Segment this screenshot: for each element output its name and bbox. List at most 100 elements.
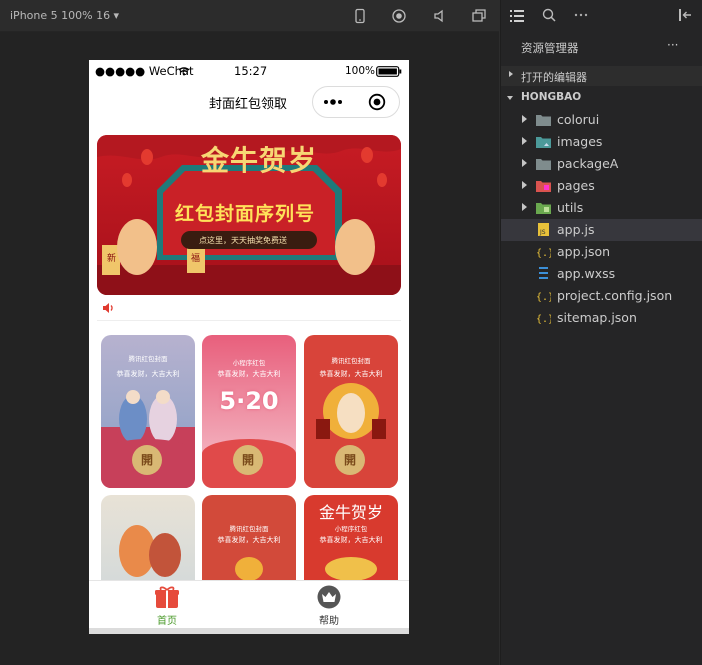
folder-icon: [536, 115, 551, 126]
card-caption: 腾讯红包封面: [128, 355, 168, 363]
chevron-down-icon: [507, 96, 513, 100]
more-icon[interactable]: [574, 13, 588, 17]
card-wish: 恭喜发财，大吉大利: [217, 536, 281, 544]
simulator-toolbar: iPhone 5 100% 16 ▾: [0, 0, 499, 32]
tree-item-label: images: [557, 134, 603, 149]
card-caption: 小程序红包: [334, 525, 368, 533]
section-project[interactable]: HONGBAO: [501, 88, 702, 108]
battery-icon: [376, 66, 402, 77]
tree-item-label: app.js: [557, 222, 595, 237]
js-file-icon: JS: [538, 223, 549, 236]
page-title: 封面红包领取: [209, 97, 288, 112]
close-miniprogram-icon[interactable]: [368, 93, 386, 111]
json-file-icon: {.}: [536, 314, 551, 324]
tree-item-label: pages: [557, 178, 595, 193]
utils-folder-icon: [536, 203, 551, 214]
activity-bar: [501, 0, 702, 32]
open-button[interactable]: 開: [233, 445, 263, 475]
explorer-title: 资源管理器: [521, 41, 579, 55]
banner-right-scroll: 福: [191, 254, 201, 264]
card-wish: 恭喜发财，大吉大利: [319, 536, 383, 544]
tab-help[interactable]: 帮助: [299, 585, 359, 627]
tree-item-label: colorui: [557, 112, 600, 127]
more-dots-icon[interactable]: [323, 96, 345, 108]
card-illustration: [119, 525, 181, 577]
device-selector[interactable]: iPhone 5 100% 16 ▾: [10, 9, 119, 22]
tree-item-label: packageA: [557, 156, 619, 171]
card-illustration: [235, 557, 263, 581]
status-bar: ●●●●● WeChat 15:27 100%: [89, 60, 409, 82]
tree-item-packageA[interactable]: packageA: [501, 153, 702, 175]
tab-home-label: 首页: [157, 616, 177, 627]
section-label: HONGBAO: [521, 91, 582, 103]
card-wish: 恭喜发财，大吉大利: [217, 370, 281, 378]
phone-icon[interactable]: [352, 8, 368, 24]
chevron-right-icon: [522, 159, 527, 167]
tree-item-label: project.config.json: [557, 288, 673, 303]
tree-item-pages[interactable]: pages: [501, 175, 702, 197]
tree-item-label: sitemap.json: [557, 310, 637, 325]
chevron-right-icon: [522, 115, 527, 123]
battery-percent: 100%: [345, 65, 376, 77]
images-folder-icon: [536, 137, 551, 148]
css-file-icon: [539, 267, 548, 279]
record-icon[interactable]: [391, 8, 407, 24]
volume-icon[interactable]: [432, 8, 448, 24]
section-open-editors[interactable]: 打开的编辑器: [501, 66, 702, 86]
cover-card[interactable]: 小程序红包 恭喜发财，大吉大利 5·20 開: [202, 335, 296, 488]
tree-item-app-js[interactable]: JS app.js: [501, 219, 702, 241]
gift-icon: [155, 586, 179, 608]
tab-bar: 首页 帮助: [89, 580, 409, 628]
crown-icon: [317, 585, 341, 609]
tree-item-app-json[interactable]: {.} app.json: [501, 241, 702, 263]
svg-text:{.}: {.}: [536, 248, 551, 258]
promo-banner[interactable]: 金牛贺岁 红包封面序列号 点这里，天天抽奖免费送 新 福: [97, 135, 401, 295]
menu-capsule: [312, 86, 400, 118]
open-button[interactable]: 開: [132, 445, 162, 475]
tree-item-colorui[interactable]: colorui: [501, 109, 702, 131]
tree-item-label: utils: [557, 200, 584, 215]
tab-home[interactable]: 首页: [137, 585, 197, 627]
tree-item-images[interactable]: images: [501, 131, 702, 153]
card-wish: 恭喜发财，大吉大利: [319, 370, 383, 378]
explorer-more-button[interactable]: ···: [667, 38, 678, 52]
explorer-panel: 资源管理器 ··· 打开的编辑器 HONGBAO colorui images …: [500, 0, 702, 665]
chevron-right-icon: [522, 203, 527, 211]
card-badge: 5·20: [219, 387, 279, 415]
phone-screen: ●●●●● WeChat 15:27 100% 封面红包领取 金牛贺岁 红包封面…: [89, 60, 409, 634]
section-label: 打开的编辑器: [521, 71, 587, 84]
svg-text:{.}: {.}: [536, 292, 551, 302]
svg-text:{.}: {.}: [536, 314, 551, 324]
notice-bar: [97, 298, 401, 321]
tree-item-app-wxss[interactable]: app.wxss: [501, 263, 702, 285]
tree-item-project-config[interactable]: {.} project.config.json: [501, 285, 702, 307]
chevron-right-icon: [522, 137, 527, 145]
card-caption: 小程序红包: [232, 359, 266, 367]
pages-folder-icon: [536, 181, 551, 192]
banner-tagline: 点这里，天天抽奖免费送: [199, 236, 287, 245]
chevron-right-icon: [522, 181, 527, 189]
tab-help-label: 帮助: [319, 616, 339, 627]
explorer-list-icon[interactable]: [510, 9, 524, 23]
banner-headline: 金牛贺岁: [201, 144, 318, 177]
card-illustration: [325, 557, 377, 581]
banner-left-scroll: 新: [107, 254, 117, 264]
cover-card[interactable]: 腾讯红包封面 恭喜发财，大吉大利 開: [304, 335, 398, 488]
tree-item-utils[interactable]: utils: [501, 197, 702, 219]
tree-item-sitemap[interactable]: {.} sitemap.json: [501, 307, 702, 329]
collapse-panel-icon[interactable]: [678, 8, 692, 22]
cover-card[interactable]: 腾讯红包封面 恭喜发财，大吉大利 開: [101, 335, 195, 488]
tree-item-label: app.wxss: [557, 266, 616, 281]
open-button[interactable]: 開: [335, 445, 365, 475]
banner-subline: 红包封面序列号: [175, 203, 316, 225]
card-caption: 腾讯红包封面: [229, 525, 269, 533]
card-illustration: [316, 383, 386, 439]
detach-window-icon[interactable]: [471, 8, 487, 24]
tree-item-label: app.json: [557, 244, 611, 259]
card-wish: 恭喜发财，大吉大利: [116, 370, 180, 378]
speaker-icon: [103, 303, 113, 313]
folder-icon: [536, 159, 551, 170]
json-file-icon: {.}: [536, 292, 551, 302]
search-icon[interactable]: [542, 8, 556, 22]
json-file-icon: {.}: [536, 248, 551, 258]
